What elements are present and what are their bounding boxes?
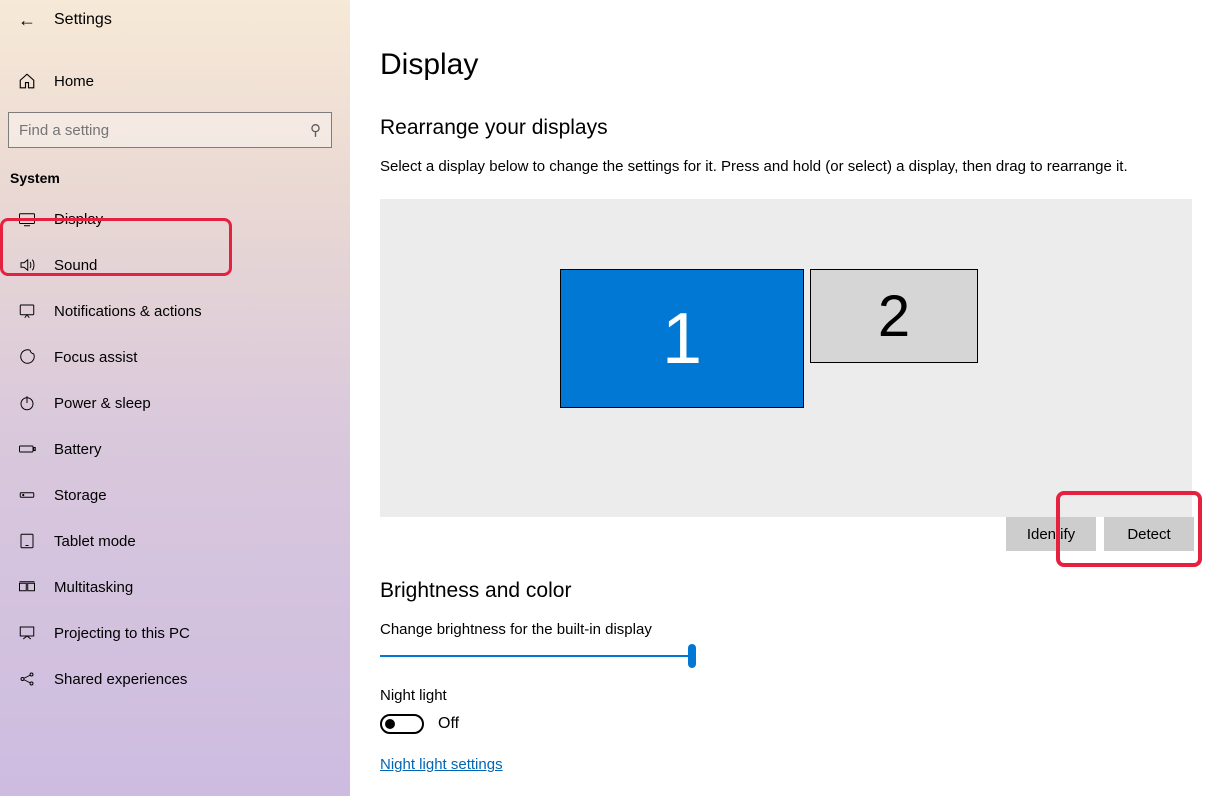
night-light-state: Off <box>438 715 459 733</box>
brightness-slider-wrap <box>380 646 696 671</box>
brightness-title: Brightness and color <box>380 579 1186 603</box>
nav-label: Sound <box>54 257 97 274</box>
display-icon <box>18 210 36 228</box>
sidebar-item-notifications[interactable]: Notifications & actions <box>0 288 350 334</box>
main-content: Display Rearrange your displays Select a… <box>350 0 1216 796</box>
multitasking-icon <box>18 578 36 596</box>
page-title: Display <box>380 48 1186 82</box>
nav-label: Notifications & actions <box>54 303 202 320</box>
sidebar: ← Settings Home ⚲ System Display Sound N… <box>0 0 350 796</box>
back-arrow-icon[interactable]: ← <box>18 11 36 29</box>
sidebar-item-storage[interactable]: Storage <box>0 472 350 518</box>
search-wrap: ⚲ <box>0 104 350 156</box>
home-nav[interactable]: Home <box>0 60 350 102</box>
sidebar-item-projecting[interactable]: Projecting to this PC <box>0 610 350 656</box>
notifications-icon <box>18 302 36 320</box>
sidebar-item-multitasking[interactable]: Multitasking <box>0 564 350 610</box>
tablet-icon <box>18 532 36 550</box>
focus-assist-icon <box>18 348 36 366</box>
sidebar-item-battery[interactable]: Battery <box>0 426 350 472</box>
power-icon <box>18 394 36 412</box>
nav-label: Projecting to this PC <box>54 625 190 642</box>
brightness-slider[interactable] <box>380 646 696 666</box>
night-light-label: Night light <box>380 687 1186 704</box>
nav-label: Multitasking <box>54 579 133 596</box>
nav-label: Battery <box>54 441 102 458</box>
sidebar-item-display[interactable]: Display <box>0 196 350 242</box>
shared-icon <box>18 670 36 688</box>
sidebar-item-shared-experiences[interactable]: Shared experiences <box>0 656 350 702</box>
battery-icon <box>18 440 36 458</box>
sidebar-item-sound[interactable]: Sound <box>0 242 350 288</box>
night-light-row: Off <box>380 714 1186 734</box>
monitor-2-label: 2 <box>878 283 910 350</box>
sound-icon <box>18 256 36 274</box>
titlebar: ← Settings <box>0 4 350 36</box>
monitor-1-label: 1 <box>662 298 702 380</box>
sidebar-item-power-sleep[interactable]: Power & sleep <box>0 380 350 426</box>
detect-button[interactable]: Detect <box>1104 517 1194 551</box>
identify-button[interactable]: Identify <box>1006 517 1096 551</box>
nav-label: Shared experiences <box>54 671 187 688</box>
sidebar-item-focus-assist[interactable]: Focus assist <box>0 334 350 380</box>
rearrange-desc: Select a display below to change the set… <box>380 158 1186 175</box>
search-icon: ⚲ <box>310 121 321 139</box>
app-title: Settings <box>54 11 112 29</box>
search-input[interactable] <box>19 122 279 139</box>
rearrange-title: Rearrange your displays <box>380 116 1186 140</box>
nav-label: Power & sleep <box>54 395 151 412</box>
home-icon <box>18 72 36 90</box>
display-action-buttons: Identify Detect <box>1006 517 1194 551</box>
monitor-1[interactable]: 1 <box>560 269 804 408</box>
sidebar-item-tablet-mode[interactable]: Tablet mode <box>0 518 350 564</box>
storage-icon <box>18 486 36 504</box>
monitor-2[interactable]: 2 <box>810 269 978 363</box>
search-field[interactable]: ⚲ <box>8 112 332 148</box>
category-label: System <box>0 156 350 196</box>
night-light-toggle[interactable] <box>380 714 424 734</box>
display-arrangement-area[interactable]: 1 2 Identify Detect <box>380 199 1192 517</box>
nav-label: Display <box>54 211 103 228</box>
nav-label: Storage <box>54 487 107 504</box>
home-label: Home <box>54 73 94 90</box>
nav-label: Focus assist <box>54 349 137 366</box>
night-light-settings-link[interactable]: Night light settings <box>380 756 503 773</box>
projecting-icon <box>18 624 36 642</box>
brightness-label: Change brightness for the built-in displ… <box>380 621 1186 638</box>
nav-label: Tablet mode <box>54 533 136 550</box>
